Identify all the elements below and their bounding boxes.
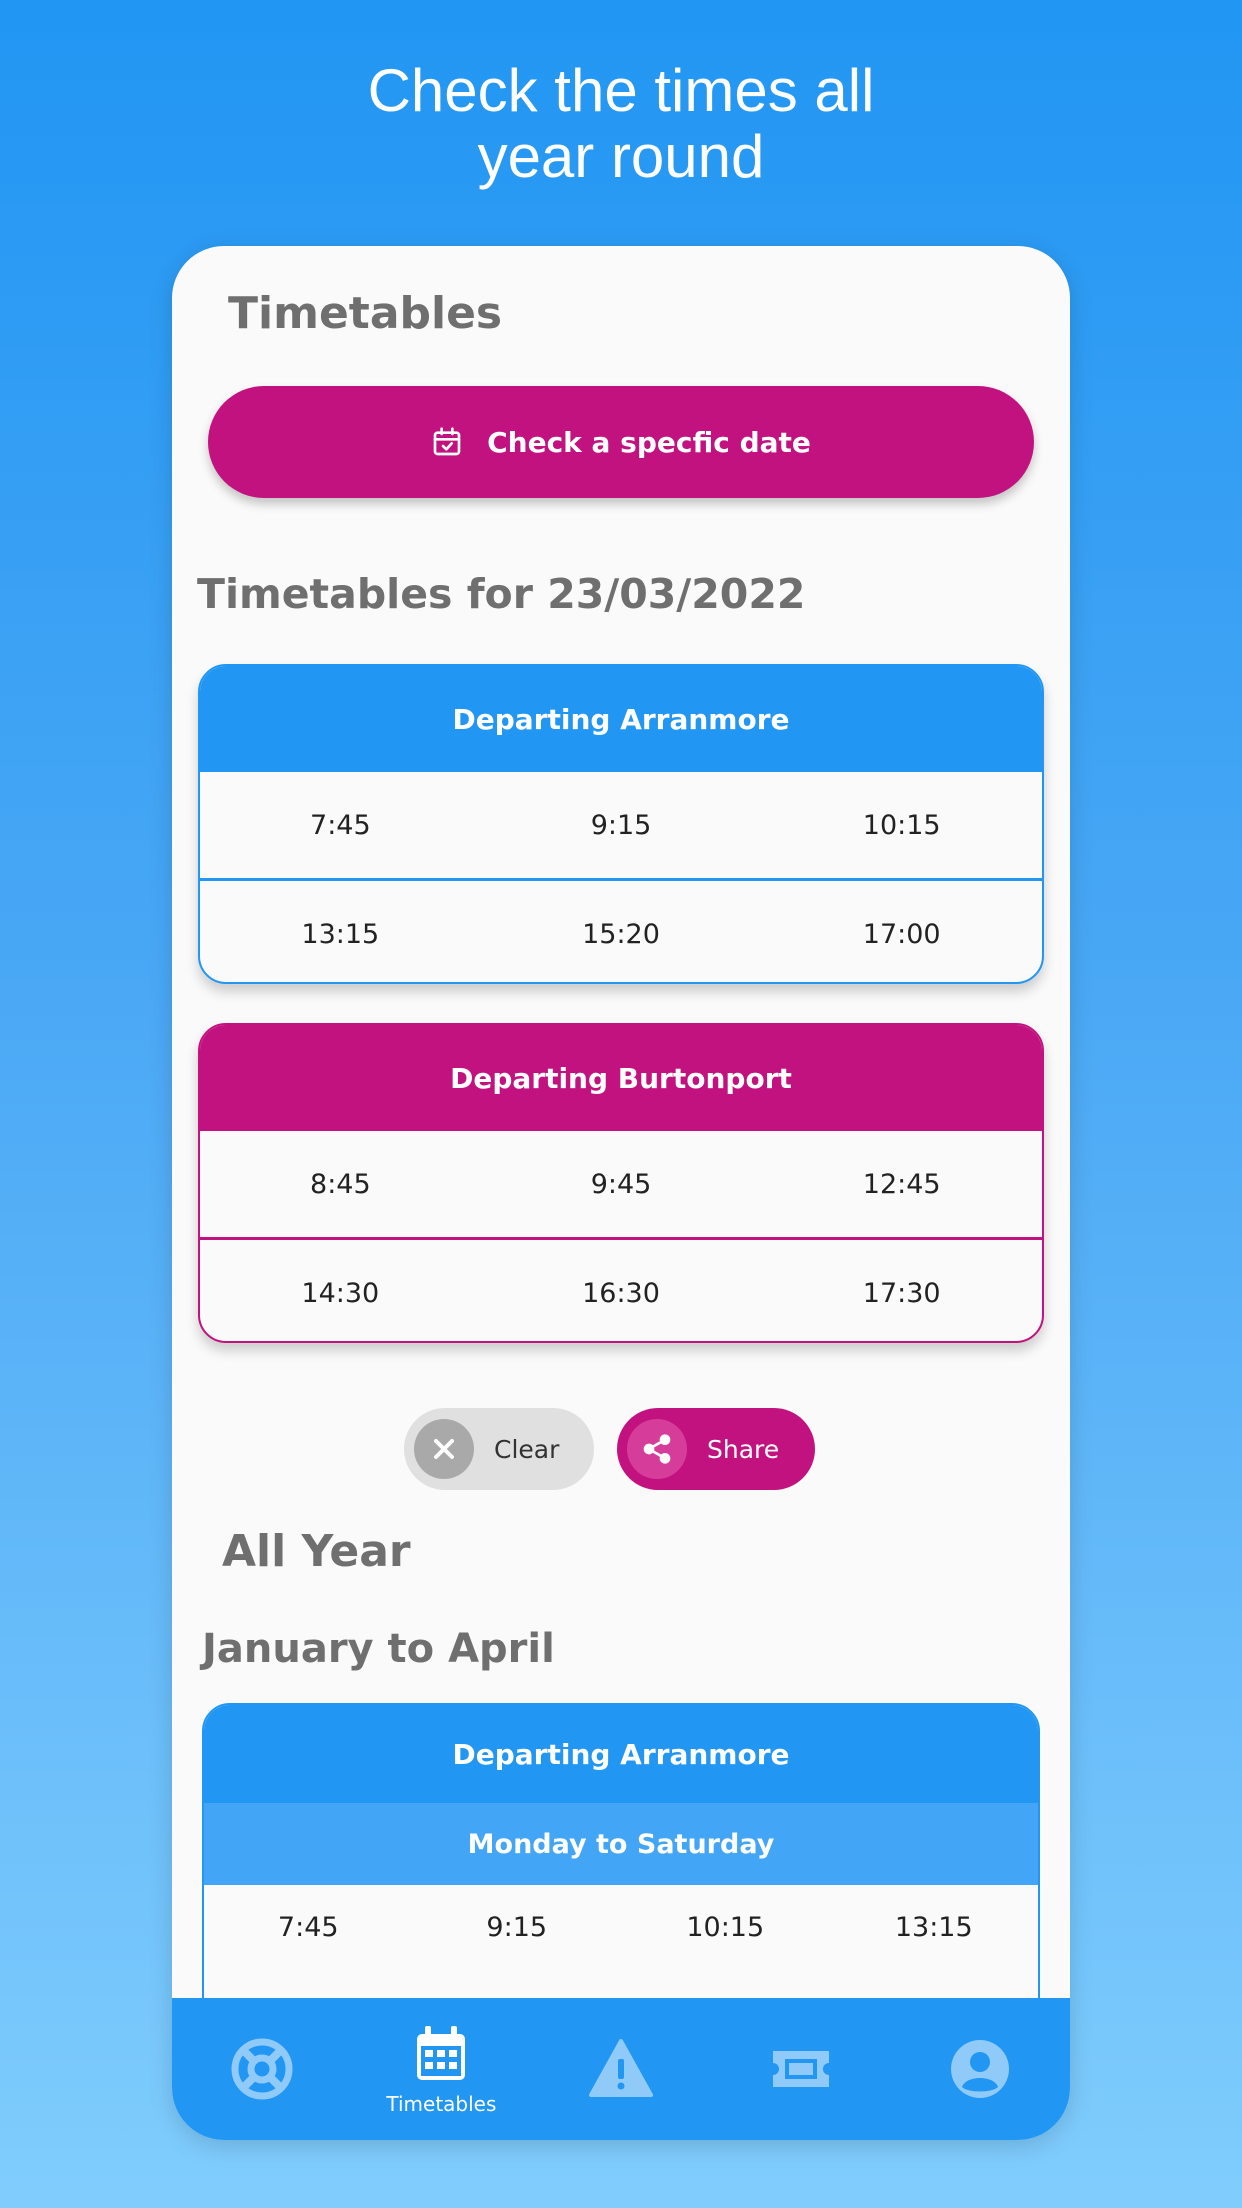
table-row: 13:15 15:20 17:00 — [200, 878, 1042, 982]
departure-time: 17:30 — [862, 1277, 941, 1309]
all-year-title: All Year — [222, 1526, 411, 1577]
check-date-button[interactable]: Check a specfic date — [208, 386, 1034, 498]
lifebuoy-icon — [231, 2038, 293, 2100]
departure-time: 9:15 — [486, 1911, 548, 1943]
nav-item-timetables[interactable]: Timetables — [352, 1998, 532, 2140]
departure-time: 16:30 — [582, 1277, 660, 1309]
season-card-header: Departing Arranmore — [204, 1705, 1038, 1803]
departure-time: 7:45 — [310, 809, 371, 841]
departure-time: 10:15 — [686, 1911, 765, 1943]
ticket-icon — [772, 2051, 829, 2087]
nav-item-tickets[interactable] — [711, 1998, 891, 2140]
nav-item-help[interactable] — [172, 1998, 352, 2140]
table-row: 8:45 9:45 12:45 — [200, 1131, 1042, 1237]
departure-time: 10:15 — [862, 809, 941, 841]
season-title: January to April — [202, 1626, 555, 1672]
table-row: 7:45 9:15 10:15 — [200, 772, 1042, 878]
headline-line-2: year round — [477, 123, 765, 190]
marketing-headline: Check the times all year round — [0, 58, 1242, 190]
departure-time: 7:45 — [277, 1911, 339, 1943]
warning-icon — [588, 2039, 653, 2097]
share-icon — [627, 1419, 687, 1479]
nav-item-account[interactable] — [890, 1998, 1070, 2140]
check-date-label: Check a specfic date — [487, 425, 811, 459]
season-card-subheader: Monday to Saturday — [204, 1803, 1038, 1885]
departure-time: 15:20 — [582, 918, 660, 950]
departure-time: 12:45 — [862, 1168, 941, 1200]
departure-time: 9:45 — [590, 1168, 652, 1200]
clear-button[interactable]: Clear — [404, 1408, 594, 1490]
departure-time: 14:30 — [301, 1277, 380, 1309]
departure-time: 9:15 — [590, 809, 652, 841]
nav-item-alerts[interactable] — [531, 1998, 711, 2140]
burtonport-card-header: Departing Burtonport — [200, 1025, 1042, 1131]
page-title: Timetables — [228, 288, 503, 339]
account-icon — [951, 2040, 1010, 2098]
close-icon — [414, 1419, 474, 1479]
clear-label: Clear — [494, 1434, 560, 1464]
table-row: 7:45 9:15 10:15 13:15 — [204, 1885, 1038, 1969]
burtonport-timetable-card: Departing Burtonport 8:45 9:45 12:45 14:… — [198, 1023, 1044, 1343]
calendar-icon — [417, 2026, 466, 2080]
table-row: 14:30 16:30 17:30 — [200, 1237, 1042, 1341]
arranmore-card-header: Departing Arranmore — [200, 666, 1042, 772]
date-section-title: Timetables for 23/03/2022 — [197, 570, 806, 618]
headline-line-1: Check the times all — [367, 57, 875, 124]
share-button[interactable]: Share — [617, 1408, 815, 1490]
nav-label-timetables: Timetables — [386, 2092, 497, 2116]
departure-time: 13:15 — [894, 1911, 973, 1943]
departure-time: 17:00 — [862, 918, 941, 950]
share-label: Share — [707, 1434, 780, 1464]
bottom-nav: Timetables — [172, 1998, 1070, 2140]
departure-time: 8:45 — [310, 1168, 371, 1200]
calendar-check-icon — [433, 427, 461, 456]
phone-screen: Timetables Check a specfic date Timetabl… — [172, 246, 1070, 2140]
departure-time: 13:15 — [301, 918, 380, 950]
arranmore-timetable-card: Departing Arranmore 7:45 9:15 10:15 13:1… — [198, 664, 1044, 984]
